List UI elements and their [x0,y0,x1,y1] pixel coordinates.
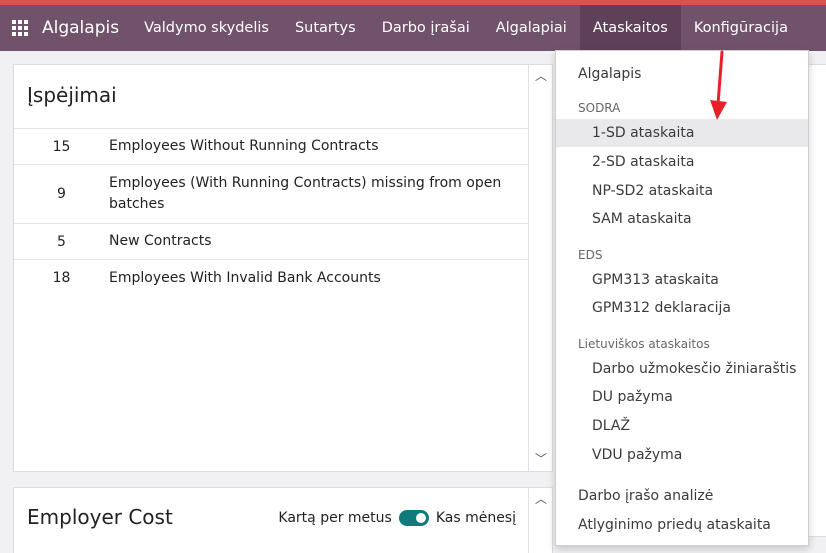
period-toggle-switch[interactable] [398,510,429,526]
nav-payslips[interactable]: Algalapiai [483,5,580,51]
scroll-up-icon[interactable]: ︿ [535,67,547,84]
nav-contracts[interactable]: Sutartys [282,5,369,51]
warning-count: 9 [57,186,66,202]
warnings-list: 15 Employees Without Running Contracts 9… [14,128,530,296]
menu-item-dlaz[interactable]: DLAŽ [556,412,808,440]
menu-section-lt-reports: Lietuviškos ataskaitos [578,337,710,351]
nav-work-entries[interactable]: Darbo įrašai [369,5,483,51]
warning-label[interactable]: Employees With Invalid Bank Accounts [109,268,509,289]
warning-label[interactable]: New Contracts [109,231,509,252]
menu-section-sodra: SODRA [578,101,621,115]
menu-section-eds: EDS [578,248,603,262]
menu-item-du-certificate[interactable]: DU pažyma [556,383,808,411]
menu-item-gpm312-declaration[interactable]: GPM312 deklaracija [556,294,808,322]
scroll-up-icon[interactable]: ︿ [535,490,547,507]
employer-cost-title: Employer Cost [27,505,173,529]
warnings-panel: Įspėjimai 15 Employees Without Running C… [13,64,553,472]
menu-item-2sd-report[interactable]: 2-SD ataskaita [556,148,808,176]
employer-cost-scrollbar[interactable]: ︿ [528,488,552,553]
warning-row[interactable]: 18 Employees With Invalid Bank Accounts [14,260,530,296]
menu-item-sam-report[interactable]: SAM ataskaita [556,205,808,233]
warnings-title: Įspėjimai [27,83,117,107]
reports-dropdown-menu: Algalapis SODRA 1-SD ataskaita 2-SD atas… [555,50,809,546]
warning-count: 5 [57,233,66,250]
warnings-scrollbar[interactable]: ︿ ﹀ [528,65,552,471]
menu-item-gpm313-report[interactable]: GPM313 ataskaita [556,266,808,294]
employer-cost-panel: Employer Cost Kartą per metus Kas mėnesį… [13,487,553,553]
toggle-label-yearly[interactable]: Kartą per metus [278,510,391,526]
top-navbar: Algalapis Valdymo skydelis Sutartys Darb… [0,5,826,51]
menu-item-payslip[interactable]: Algalapis [556,60,808,88]
period-toggle-group: Kartą per metus Kas mėnesį [278,510,516,526]
toggle-label-monthly[interactable]: Kas mėnesį [436,510,516,526]
warning-count: 18 [52,270,71,286]
menu-item-bonus-report[interactable]: Atlyginimo priedų ataskaita [556,511,808,539]
warning-row[interactable]: 5 New Contracts [14,224,530,260]
menu-item-vdu-certificate[interactable]: VDU pažyma [556,441,808,469]
scroll-down-icon[interactable]: ﹀ [535,450,547,467]
nav-reports[interactable]: Ataskaitos [579,5,681,51]
annotation-arrow-icon [710,50,727,120]
warning-row[interactable]: 9 Employees (With Running Contracts) mis… [14,165,530,224]
menu-item-npsd2-report[interactable]: NP-SD2 ataskaita [556,177,808,205]
nav-configuration[interactable]: Konfigūracija [681,5,801,51]
apps-grid-icon[interactable] [12,20,28,36]
warning-label[interactable]: Employees Without Running Contracts [109,136,509,157]
app-brand[interactable]: Algalapis [42,18,119,38]
menu-item-work-entry-analysis[interactable]: Darbo įrašo analizė [556,482,808,510]
warning-label[interactable]: Employees (With Running Contracts) missi… [109,173,509,215]
nav-dashboard[interactable]: Valdymo skydelis [131,5,282,51]
menu-item-1sd-report[interactable]: 1-SD ataskaita [556,119,808,147]
warning-count: 15 [52,138,71,155]
warning-row[interactable]: 15 Employees Without Running Contracts [14,129,530,165]
menu-item-salary-sheet[interactable]: Darbo užmokesčio žiniaraštis [556,355,808,383]
